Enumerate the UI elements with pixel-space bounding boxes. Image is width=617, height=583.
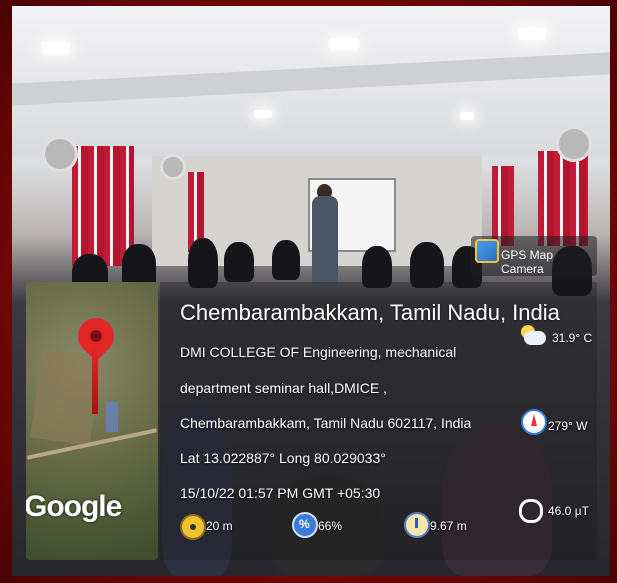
pressure-icon xyxy=(404,512,430,538)
speaker xyxy=(312,196,338,286)
heading-value: 279° W xyxy=(548,419,588,433)
altitude-icon xyxy=(180,514,206,540)
address-line-1: DMI COLLEGE OF Engineering, mechanical xyxy=(180,344,457,360)
audience-member xyxy=(224,242,254,282)
location-title: Chembarambakkam, Tamil Nadu, India xyxy=(180,300,560,325)
audience-member xyxy=(188,238,218,288)
pressure-value: 9.67 m xyxy=(430,519,467,533)
compass-icon xyxy=(521,409,547,435)
wall-fan xyxy=(160,154,186,180)
address-line-2: department seminar hall,DMICE , xyxy=(180,380,387,396)
ceiling-light xyxy=(42,42,70,54)
curtain xyxy=(538,151,588,246)
ceiling-light xyxy=(518,28,546,40)
wall-fan xyxy=(42,136,78,172)
location-map: Google xyxy=(26,282,158,560)
cloud-shape xyxy=(524,331,546,345)
location-pin-tail xyxy=(92,348,98,414)
address-line-3: Chembarambakkam, Tamil Nadu 602117, Indi… xyxy=(180,415,472,431)
gps-map-camera-label: GPS Map Camera xyxy=(501,248,554,276)
coordinates: Lat 13.022887° Long 80.029033° xyxy=(180,450,386,466)
audience-member xyxy=(272,240,300,280)
ceiling-light xyxy=(460,112,474,120)
humidity-icon xyxy=(292,512,318,538)
temperature-value: 31.9° C xyxy=(552,331,593,345)
map-building xyxy=(106,402,118,432)
curtain xyxy=(72,146,134,266)
datetime: 15/10/22 01:57 PM GMT +05:30 xyxy=(180,485,381,501)
weather-icon xyxy=(519,325,547,347)
ceiling-light xyxy=(254,110,272,118)
humidity-value: 66% xyxy=(318,519,343,533)
gps-map-camera-badge: GPS Map Camera xyxy=(471,236,597,276)
wall-fan xyxy=(556,126,592,162)
magnetic-field-value: 46.0 µT xyxy=(548,504,589,518)
magnetic-field-icon xyxy=(519,499,543,523)
altitude-value: 20 m xyxy=(206,519,233,533)
google-logo: Google xyxy=(26,490,122,523)
curtain xyxy=(492,166,514,246)
ceiling-light xyxy=(330,38,358,50)
gps-map-camera-icon xyxy=(475,239,499,263)
